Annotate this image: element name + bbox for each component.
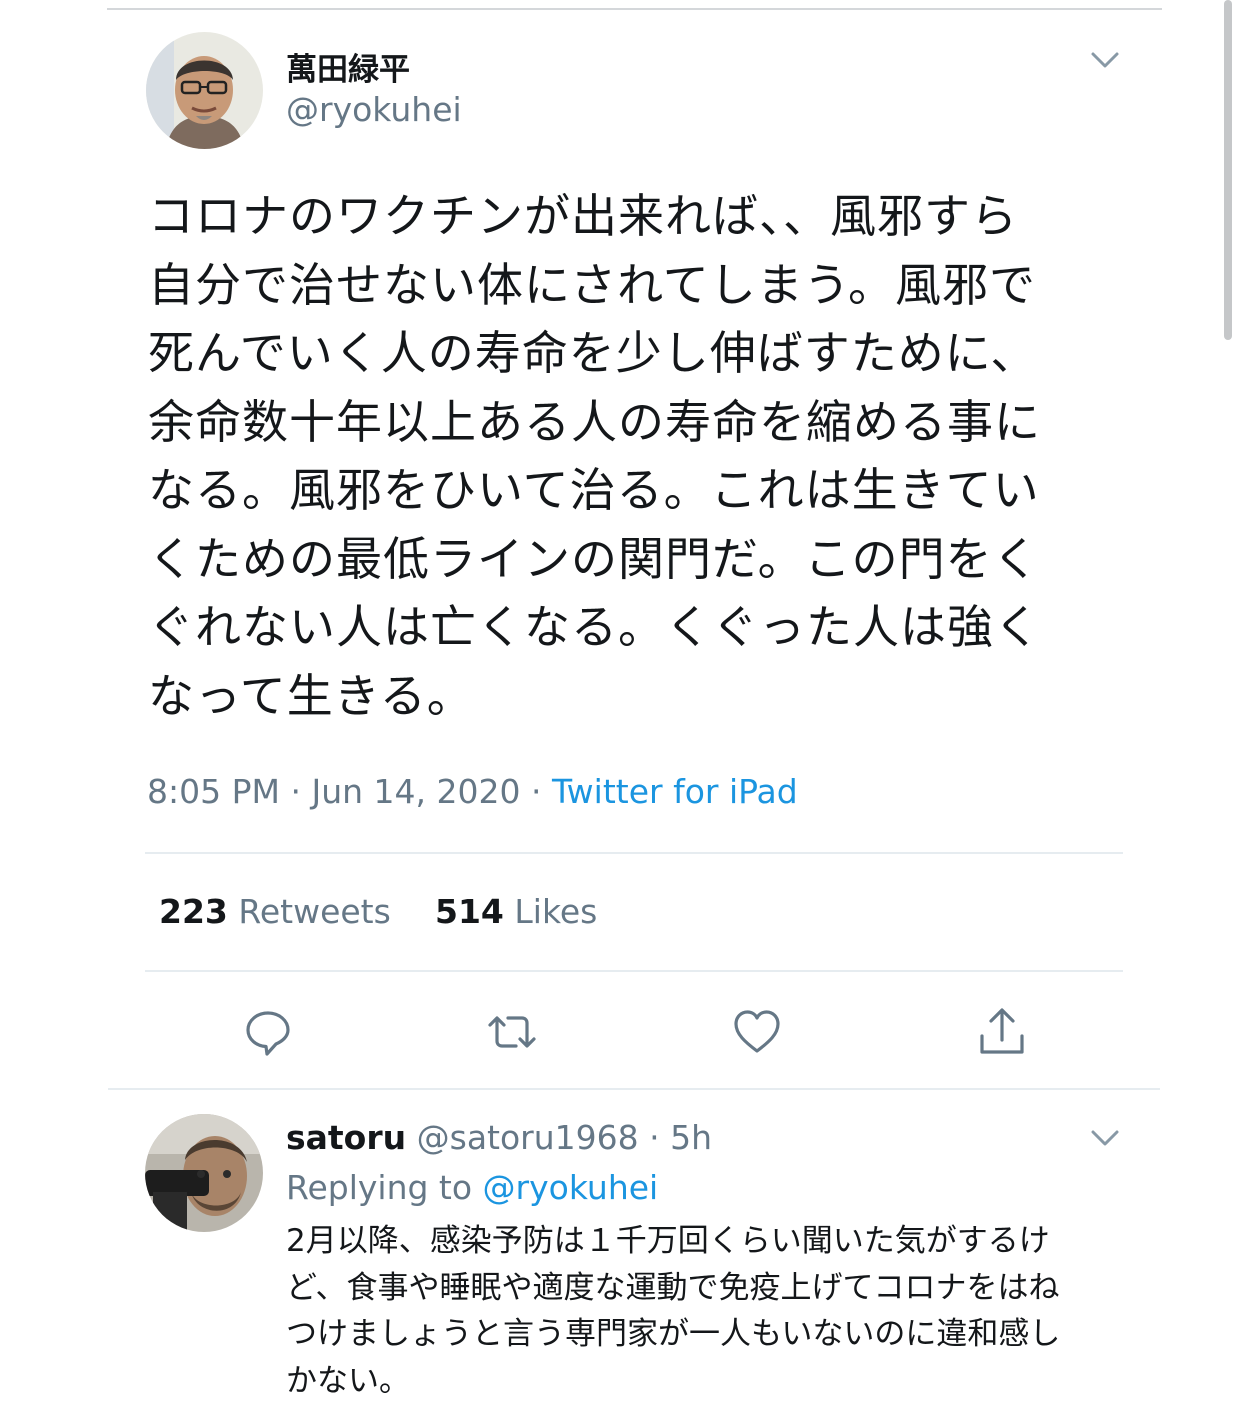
reply-text-line: かない。 [286, 1362, 410, 1399]
author-avatar[interactable] [146, 32, 263, 149]
reply-time[interactable]: 5h [670, 1118, 712, 1157]
reply-text: 2月以降、感染予防は１千万回くらい聞いた気がするけ ど、食事や睡眠や適度な運動で… [286, 1218, 1126, 1404]
share-icon[interactable] [978, 1008, 1026, 1056]
tweet-text-line: ぐれない人は亡くなる。くぐった人は強く [148, 600, 1041, 654]
retweet-icon[interactable] [488, 1008, 536, 1056]
reply-author-name[interactable]: satoru [286, 1118, 406, 1157]
retweets-stat[interactable]: 223 Retweets [159, 892, 391, 931]
heart-icon[interactable] [733, 1008, 781, 1056]
tweet-text-line: なる。風邪をひいて治る。これは生きてい [148, 463, 1040, 517]
tweet-text-line: 死んでいく人の寿命を少し伸ばすために、 [148, 326, 1038, 380]
meta-separator: · [290, 772, 301, 811]
tweet-meta: 8:05 PM · Jun 14, 2020 · Twitter for iPa… [147, 772, 798, 811]
tweet-date[interactable]: Jun 14, 2020 [311, 772, 520, 811]
retweets-label: Retweets [238, 892, 391, 931]
divider [145, 852, 1123, 854]
tweet-time[interactable]: 8:05 PM [147, 772, 280, 811]
reply-avatar[interactable] [145, 1114, 263, 1232]
likes-label: Likes [514, 892, 598, 931]
reply-text-line: 2月以降、感染予防は１千万回くらい聞いた気がするけ [286, 1223, 1050, 1259]
author-handle[interactable]: @ryokuhei [286, 90, 462, 129]
tweet-text-line: なって生きる。 [148, 668, 474, 723]
tweet-text-line: コロナのワクチンが出来れば、、風邪すら [148, 189, 1018, 243]
tweet-text-line: 余命数十年以上ある人の寿命を縮める事に [148, 394, 1041, 449]
tweet-text-line: くための最低ラインの関門だ。この門をく [148, 531, 1040, 586]
replying-to-link[interactable]: @ryokuhei [483, 1168, 659, 1207]
reply-text-line: つけましょうと言う専門家が一人もいないのに違和感し [286, 1316, 1061, 1352]
tweet-source-link[interactable]: Twitter for iPad [552, 772, 798, 811]
reply-icon[interactable] [244, 1008, 292, 1056]
meta-separator: · [530, 772, 542, 811]
reply-text-line: ど、食事や睡眠や適度な運動で免疫上げてコロナをはね [286, 1269, 1060, 1306]
chevron-down-icon[interactable] [1090, 1128, 1120, 1148]
likes-count: 514 [435, 892, 504, 931]
author-display-name[interactable]: 萬田緑平 [286, 44, 410, 89]
top-divider [107, 8, 1162, 10]
chevron-down-icon[interactable] [1090, 50, 1120, 70]
replying-prefix: Replying to [286, 1168, 473, 1207]
likes-stat[interactable]: 514 Likes [435, 892, 597, 931]
reply-header: satoru @satoru1968 · 5h [286, 1118, 712, 1157]
tweet-text: コロナのワクチンが出来れば、、風邪すら 自分で治せない体にされてしまう。風邪で … [148, 182, 1128, 730]
meta-separator: · [649, 1118, 660, 1157]
retweets-count: 223 [159, 892, 228, 931]
divider [145, 970, 1123, 972]
tweet-text-line: 自分で治せない体にされてしまう。風邪で [148, 257, 1036, 312]
scrollbar[interactable] [1224, 0, 1232, 340]
replying-to: Replying to @ryokuhei [286, 1168, 658, 1207]
divider [108, 1088, 1160, 1090]
reply-author-handle[interactable]: @satoru1968 [417, 1118, 639, 1157]
